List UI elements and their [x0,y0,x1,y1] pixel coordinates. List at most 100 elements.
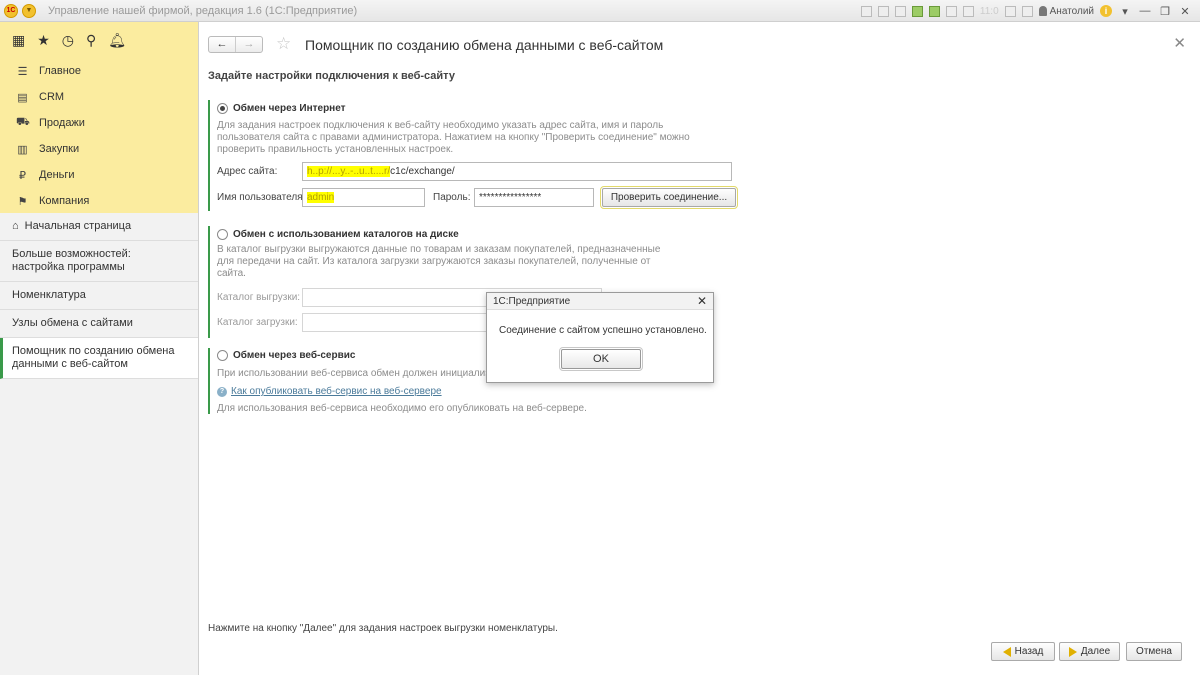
main-menu-button[interactable]: ▼ [22,3,36,18]
import-dir-label: Каталог загрузки: [217,317,298,328]
radio-button-checked[interactable] [217,103,228,114]
app-logo-icon: 1С [4,3,18,18]
nav-buttons: ← → [208,36,263,53]
password-label: Пароль: [433,192,471,203]
window-titlebar: 1С ▼ Управление нашей фирмой, редакция 1… [0,0,1200,22]
user-name: Анатолий [1049,5,1094,17]
sidebar-item-company[interactable]: ⚑ Компания [0,188,198,214]
ok-button[interactable]: OK [559,347,643,371]
page-title: Помощник по созданию обмена данными с ве… [305,37,664,53]
search-icon[interactable] [1004,5,1016,17]
desc-line: проверить правильность установленных нас… [217,144,454,155]
apps-grid-icon[interactable]: ▦ [12,32,25,49]
disk-description: В каталог выгрузки выгружаются данные по… [217,244,660,280]
back-arrow-icon[interactable]: ← [209,37,235,52]
cancel-button[interactable]: Отмена [1126,642,1182,661]
open-window-wizard[interactable]: Помощник по созданию обмена данными с ве… [0,338,198,379]
radio-label: Обмен через веб-сервис [233,350,356,361]
save-icon[interactable] [860,5,872,17]
password-input[interactable]: **************** [474,188,594,207]
dialog-header: 1С:Предприятие ✕ [487,293,713,310]
next-button[interactable]: Далее [1059,642,1120,661]
open-window-nomenclature[interactable]: Номенклатура [0,282,198,310]
desc-line: В каталог выгрузки выгружаются данные по… [217,244,661,255]
site-address-redacted: h..p://...y..-..u..t....r/ [307,166,391,177]
sidebar: ▦ ★ ◷ ⚲ 🔔︎ ☰ Главное ▤ CRM ⛟ Продажи ▥ Закуп… [0,22,199,675]
back-button-label: Назад [1014,646,1044,657]
sidebar-item-purchases[interactable]: ▥ Закупки [0,136,198,162]
radio-disk[interactable]: Обмен с использованием каталогов на диск… [217,229,459,240]
purchases-icon: ▥ [17,143,28,156]
webservice-note: Для использования веб-сервиса необходимо… [217,403,587,414]
close-form-icon[interactable]: ✕ [1173,34,1186,52]
sidebar-item-main[interactable]: ☰ Главное [0,58,198,84]
sidebar-item-label: Главное [39,65,82,77]
history-icon[interactable]: ◷ [62,32,74,49]
site-address-value: c1c/exchange/ [390,166,455,177]
back-triangle-icon [1002,646,1011,657]
favorite-star-icon[interactable]: ☆ [276,34,291,54]
sidebar-item-label: Закупки [39,143,80,155]
next-button-label: Далее [1080,646,1111,657]
radio-webservice[interactable]: Обмен через веб-сервис [217,350,355,361]
money-icon: ₽ [19,169,26,182]
open-window-home[interactable]: ⌂ Начальная страница [0,213,198,241]
check-connection-button[interactable]: Проверить соединение... [600,186,738,209]
internet-description: Для задания настроек подключения к веб-с… [217,120,690,156]
dialog-close-icon[interactable]: ✕ [697,294,707,308]
internet-group: Обмен через Интернет Для задания настрое… [208,100,748,211]
sidebar-item-crm[interactable]: ▤ CRM [0,84,198,110]
username-label: Имя пользователя: [217,192,306,203]
sidebar-item-sales[interactable]: ⛟ Продажи [0,110,198,136]
table-icon[interactable] [945,5,957,17]
radio-internet[interactable]: Обмен через Интернет [217,103,346,114]
minimize-icon[interactable]: — [1138,5,1152,17]
radio-label: Обмен с использованием каталогов на диск… [233,229,459,240]
user-icon [1038,6,1047,16]
link-icon[interactable] [894,5,906,17]
publish-help-link[interactable]: Как опубликовать веб-сервис на веб-серве… [231,386,442,397]
back-button[interactable]: Назад [991,642,1055,661]
radio-button[interactable] [217,350,228,361]
close-window-icon[interactable]: ✕ [1178,5,1192,18]
desc-line: Для задания настроек подключения к веб-с… [217,120,664,131]
desc-line: сайта. [217,268,246,279]
home-icon: ⌂ [12,220,19,232]
app-title: Управление нашей фирмой, редакция 1.6 (1… [48,4,358,17]
bell-icon[interactable]: 🔔︎ [108,32,126,49]
radio-button[interactable] [217,229,228,240]
window-icon[interactable] [1021,5,1033,17]
footer-note: Нажмите на кнопку "Далее" для задания на… [208,623,558,634]
webservice-description: При использовании веб-сервиса обмен долж… [217,368,501,379]
help-icon: ? [217,386,227,397]
list-icon: ☰ [17,65,28,78]
download-icon[interactable] [928,5,940,17]
sidebar-item-label: CRM [39,91,65,103]
sidebar-item-label: Компания [39,195,90,207]
open-window-nodes[interactable]: Узлы обмена с сайтами [0,310,198,338]
calendar-icon[interactable] [962,5,974,17]
flag-icon: ⚑ [17,195,28,208]
upload-icon[interactable] [911,5,923,17]
username-input[interactable]: admin [302,188,425,207]
menu-dropdown-icon[interactable]: ▾ [1118,5,1132,18]
dialog-message: Соединение с сайтом успешно установлено. [499,325,707,336]
open-window-label: Начальная страница [24,220,132,232]
export-dir-label: Каталог выгрузки: [217,292,301,303]
info-icon[interactable]: i [1100,5,1112,17]
site-address-input[interactable]: h..p://...y..-..u..t....r/c1c/exchange/ [302,162,732,181]
message-dialog: 1С:Предприятие ✕ Соединение с сайтом усп… [486,292,714,383]
print-icon[interactable] [877,5,889,17]
dialog-title: 1С:Предприятие [493,296,571,307]
open-window-more[interactable]: Больше возможностей: настройка программы [0,241,198,282]
clock-text: 11:0 [979,5,999,17]
restore-icon[interactable]: ❐ [1158,5,1172,18]
radio-label: Обмен через Интернет [233,103,346,114]
favorites-star-icon[interactable]: ★ [37,32,50,49]
forward-arrow-icon[interactable]: → [235,37,262,52]
current-user[interactable]: Анатолий [1038,5,1094,17]
search-icon[interactable]: ⚲ [86,32,96,49]
desc-line: для передачи на сайт. Из каталога загруз… [217,256,651,267]
sidebar-item-money[interactable]: ₽ Деньги [0,162,198,188]
site-address-label: Адрес сайта: [217,166,278,177]
